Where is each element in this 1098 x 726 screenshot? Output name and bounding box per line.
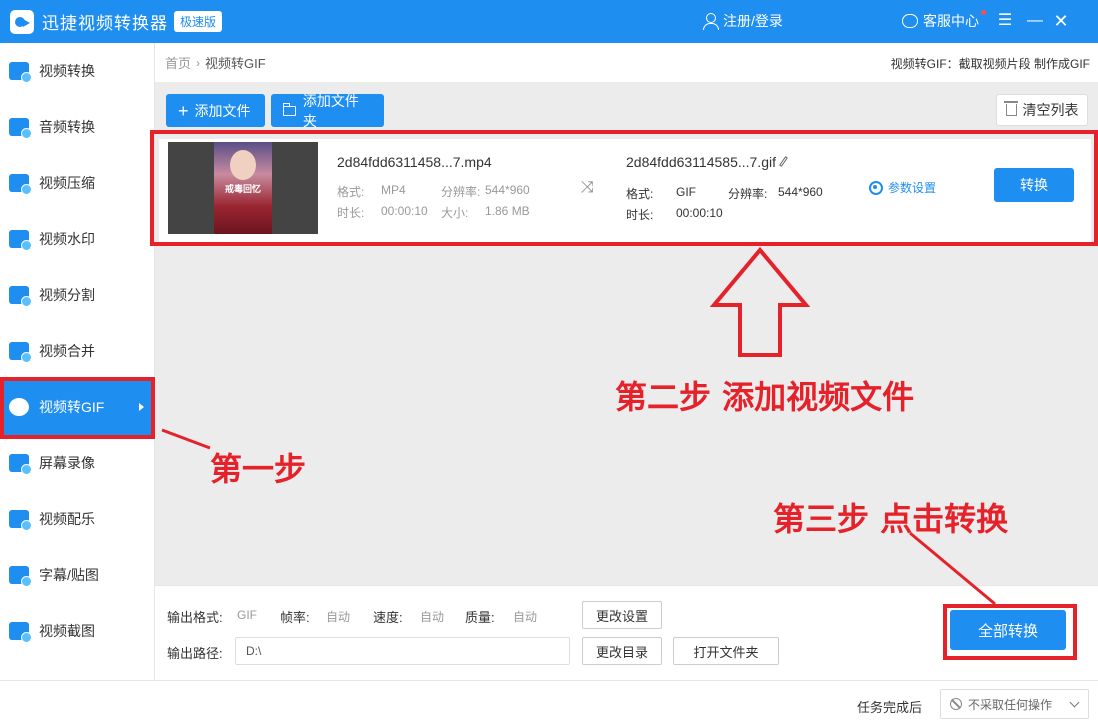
notification-dot <box>981 10 986 15</box>
minimize-icon[interactable]: — <box>1022 8 1048 34</box>
output-format-label: 输出格式: <box>167 610 223 625</box>
step2-annotation: 第二步 添加视频文件 <box>615 378 915 416</box>
customer-service-button[interactable]: 客服中心 <box>902 11 979 31</box>
menu-icon[interactable]: ☰ <box>992 8 1018 34</box>
step3-annotation: 第三步 点击转换 <box>773 500 1009 538</box>
step1-annotation: 第一步 <box>210 450 307 488</box>
fps-value: 自动 <box>326 610 351 624</box>
add-folder-button[interactable]: 添加文件夹 <box>271 93 384 129</box>
login-button[interactable]: 注册/登录 <box>702 11 783 31</box>
sidebar-item-label: 视频配乐 <box>39 511 95 527</box>
clear-list-button[interactable]: 清空列表 <box>996 94 1088 126</box>
fps-label: 帧率: <box>280 610 310 625</box>
change-directory-button[interactable]: 更改目录 <box>582 637 662 665</box>
video-split-icon <box>9 286 32 307</box>
audio-convert-icon <box>9 118 32 139</box>
sidebar: 视频转换 音频转换 视频压缩 视频水印 视频分割 视频合并 视频转GIF 屏幕录… <box>0 43 155 680</box>
sidebar-item-label: 视频合并 <box>39 343 95 359</box>
close-icon[interactable]: ✕ <box>1048 8 1074 34</box>
breadcrumb-current: 视频转GIF <box>205 56 266 71</box>
open-folder-button[interactable]: 打开文件夹 <box>673 637 779 665</box>
add-folder-label: 添加文件夹 <box>302 92 359 129</box>
trash-icon <box>1003 101 1018 116</box>
sidebar-item-video-convert[interactable]: 视频转换 <box>0 43 154 99</box>
screen-record-icon <box>9 454 32 475</box>
sidebar-item-video-merge[interactable]: 视频合并 <box>0 323 154 379</box>
breadcrumb: 首页 › 视频转GIF 视频转GIF：截取视频片段 制作成GIF <box>155 43 1098 83</box>
clear-list-label: 清空列表 <box>1022 102 1079 118</box>
sidebar-item-label: 视频压缩 <box>39 175 95 191</box>
quality-label: 质量: <box>465 610 495 625</box>
user-icon <box>702 13 719 30</box>
status-bar: 任务完成后 不采取任何操作 <box>0 680 1098 726</box>
sidebar-item-label: 字幕/贴图 <box>39 567 99 583</box>
sidebar-item-video-split[interactable]: 视频分割 <box>0 267 154 323</box>
chat-icon <box>902 14 918 28</box>
edition-badge: 极速版 <box>174 11 223 32</box>
login-label: 注册/登录 <box>723 13 783 29</box>
plus-icon: + <box>178 100 189 121</box>
sidebar-item-video-watermark[interactable]: 视频水印 <box>0 211 154 267</box>
sidebar-item-label: 视频水印 <box>39 231 95 247</box>
quality-value: 自动 <box>513 610 538 624</box>
video-watermark-icon <box>9 230 32 251</box>
change-settings-button[interactable]: 更改设置 <box>582 601 662 629</box>
app-title: 迅捷视频转换器 <box>42 14 168 33</box>
after-completion-select[interactable]: 不采取任何操作 <box>940 689 1089 719</box>
feature-description: 视频转GIF：截取视频片段 制作成GIF <box>890 57 1090 71</box>
after-completion-value: 不采取任何操作 <box>968 697 1053 712</box>
sidebar-item-label: 音频转换 <box>39 119 95 135</box>
video-convert-icon <box>9 62 32 83</box>
output-path-input[interactable]: D:\ <box>235 637 570 665</box>
sidebar-item-audio-convert[interactable]: 音频转换 <box>0 99 154 155</box>
sidebar-item-subtitle-sticker[interactable]: 字幕/贴图 <box>0 547 154 603</box>
sidebar-item-label: 视频截图 <box>39 623 95 639</box>
video-screenshot-icon <box>9 622 32 643</box>
step3-highlight-box <box>943 604 1077 660</box>
breadcrumb-separator: › <box>196 55 201 70</box>
folder-icon <box>282 102 296 116</box>
sidebar-item-video-compress[interactable]: 视频压缩 <box>0 155 154 211</box>
subtitle-sticker-icon <box>9 566 32 587</box>
after-completion-label: 任务完成后 <box>857 700 923 715</box>
add-file-label: 添加文件 <box>194 102 251 119</box>
ban-icon <box>950 698 962 710</box>
sidebar-item-label: 视频分割 <box>39 287 95 303</box>
output-format-value: GIF <box>237 608 257 622</box>
video-merge-icon <box>9 342 32 363</box>
sidebar-item-label: 屏幕录像 <box>39 455 95 471</box>
step2-highlight-box <box>150 130 1098 246</box>
chevron-down-icon <box>1069 697 1080 708</box>
speed-value: 自动 <box>420 610 445 624</box>
customer-service-label: 客服中心 <box>923 13 979 29</box>
output-path-label: 输出路径: <box>167 646 223 661</box>
speed-label: 速度: <box>373 610 403 625</box>
sidebar-item-video-screenshot[interactable]: 视频截图 <box>0 603 154 659</box>
video-compress-icon <box>9 174 32 195</box>
sidebar-item-video-music[interactable]: 视频配乐 <box>0 491 154 547</box>
add-file-button[interactable]: + 添加文件 <box>166 94 265 127</box>
sidebar-item-screen-record[interactable]: 屏幕录像 <box>0 435 154 491</box>
breadcrumb-home[interactable]: 首页 <box>165 53 191 72</box>
sidebar-item-label: 视频转换 <box>39 63 95 79</box>
title-bar: 迅捷视频转换器 极速版 注册/登录 客服中心 ☰ — ✕ <box>0 0 1098 43</box>
video-music-icon <box>9 510 32 531</box>
app-logo-icon <box>10 9 34 34</box>
step1-highlight-box <box>0 377 155 439</box>
